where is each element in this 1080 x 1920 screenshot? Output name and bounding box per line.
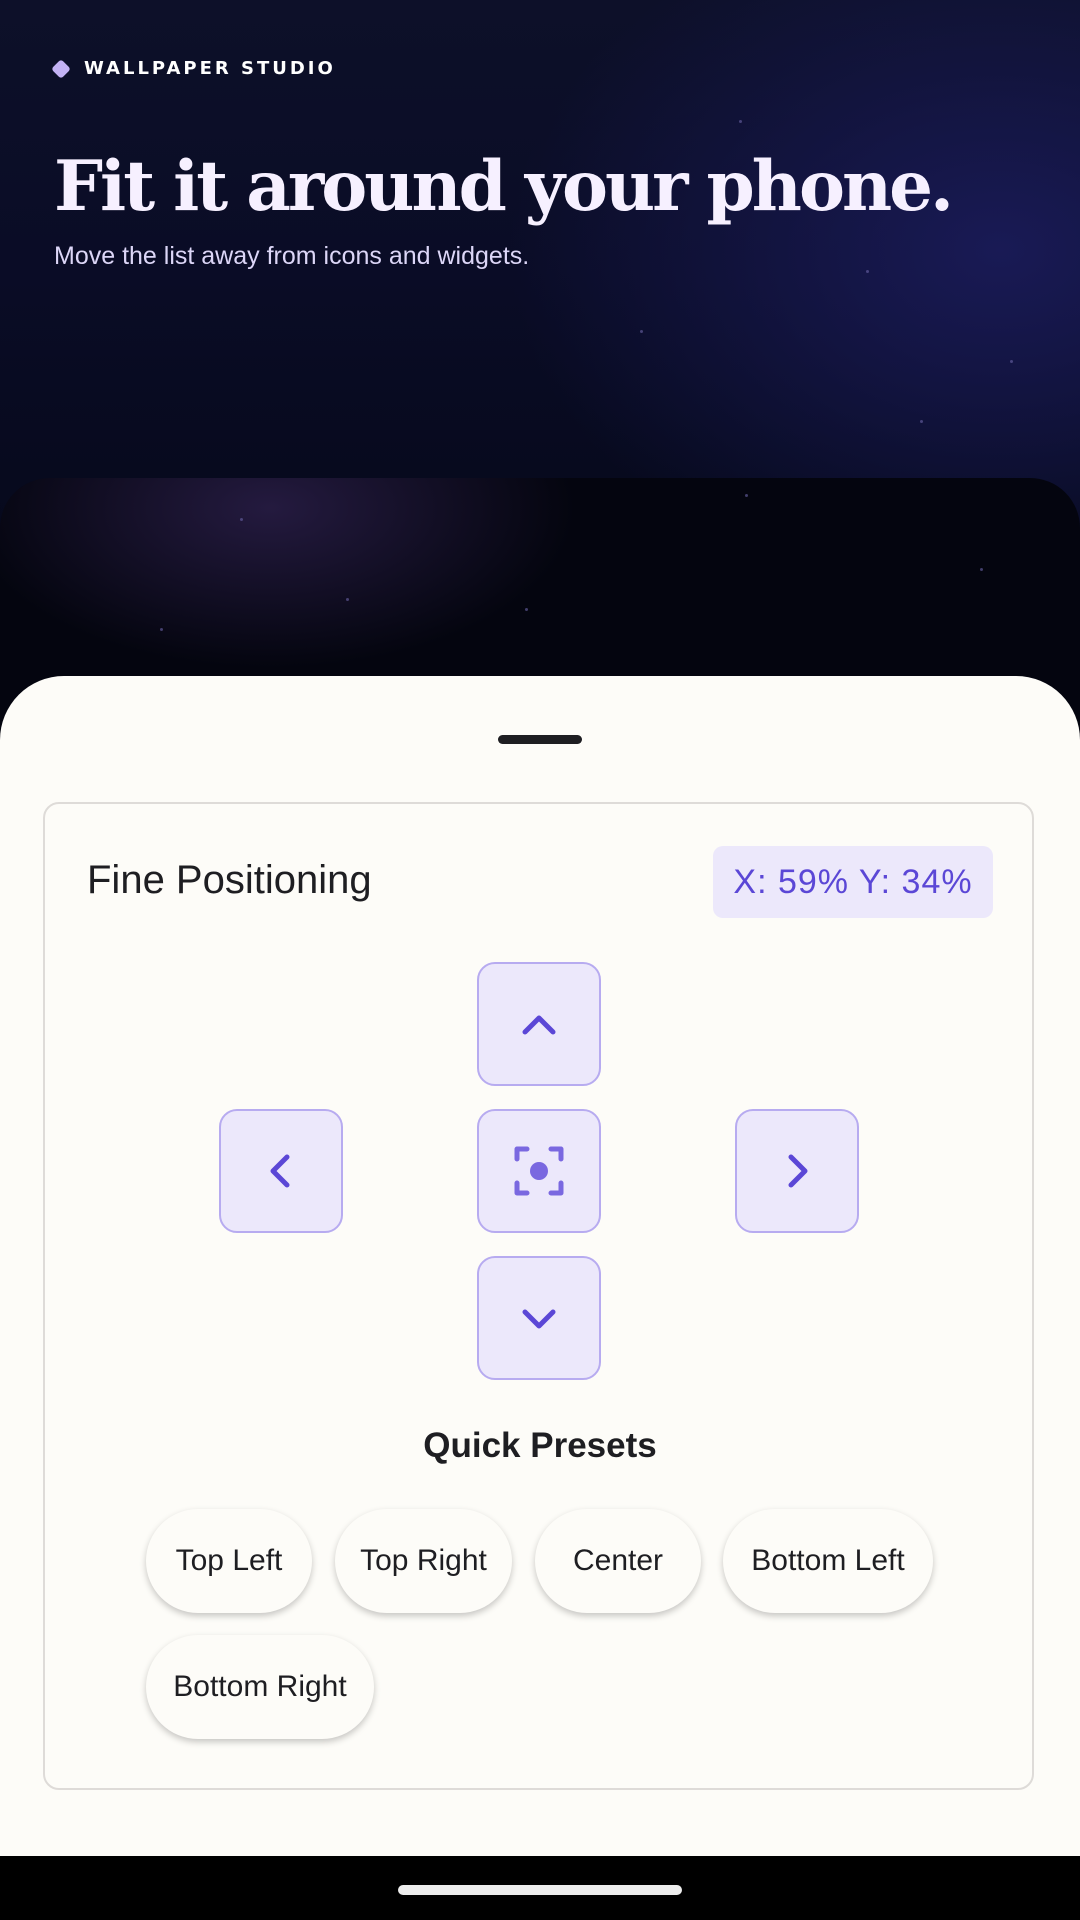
- page-title: Fit it around your phone.: [54, 146, 954, 227]
- brand: WALLPAPER STUDIO: [51, 58, 336, 79]
- preset-top-right-button[interactable]: Top Right: [335, 1509, 512, 1613]
- brand-label: WALLPAPER STUDIO: [84, 58, 336, 79]
- quick-presets-title: Quick Presets: [423, 1426, 657, 1465]
- move-down-button[interactable]: [477, 1256, 601, 1380]
- preset-center-button[interactable]: Center: [535, 1509, 701, 1613]
- center-focus-icon: [514, 1146, 564, 1196]
- coordinates-badge: X: 59% Y: 34%: [713, 846, 993, 918]
- chevron-right-icon: [788, 1154, 808, 1188]
- diamond-icon: [51, 58, 71, 79]
- chevron-down-icon: [522, 1309, 556, 1329]
- sheet-drag-handle[interactable]: [498, 735, 582, 744]
- page-subtitle: Move the list away from icons and widget…: [54, 242, 530, 270]
- preset-bottom-right-button[interactable]: Bottom Right: [146, 1635, 374, 1739]
- panel-title: Fine Positioning: [87, 858, 372, 902]
- center-button[interactable]: [477, 1109, 601, 1233]
- chevron-left-icon: [270, 1154, 290, 1188]
- preset-bottom-left-button[interactable]: Bottom Left: [723, 1509, 933, 1613]
- move-left-button[interactable]: [219, 1109, 343, 1233]
- move-right-button[interactable]: [735, 1109, 859, 1233]
- move-up-button[interactable]: [477, 962, 601, 1086]
- chevron-up-icon: [522, 1015, 556, 1035]
- preset-top-left-button[interactable]: Top Left: [146, 1509, 312, 1613]
- home-gesture-handle[interactable]: [398, 1885, 682, 1895]
